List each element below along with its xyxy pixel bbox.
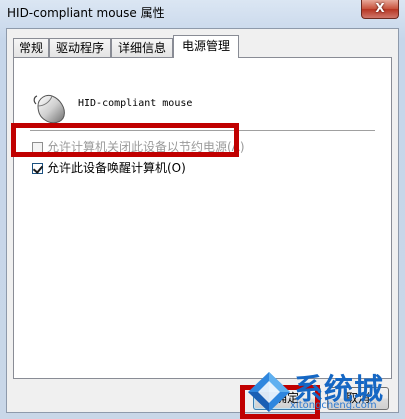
watermark-url: xitongcheng.com xyxy=(290,400,377,411)
allow-wake-checkbox[interactable] xyxy=(32,163,43,174)
annotation-highlight-wake-option xyxy=(11,123,239,157)
properties-window: HID-compliant mouse 属性 X 常规 驱动程序 详细信息 电源… xyxy=(0,0,405,419)
close-button[interactable]: X xyxy=(361,0,399,19)
mouse-icon xyxy=(33,95,65,124)
power-management-panel: HID-compliant mouse 允许计算机关闭此设备以节约电源(A) 允… xyxy=(13,57,392,379)
watermark: 系统城 xitongcheng.com xyxy=(244,366,404,418)
dialog-client-area: 常规 驱动程序 详细信息 电源管理 HID-compliant mouse 允许… xyxy=(6,28,399,413)
title-bar[interactable]: HID-compliant mouse 属性 X xyxy=(0,0,405,26)
window-title: HID-compliant mouse 属性 xyxy=(7,6,165,20)
tab-general[interactable]: 常规 xyxy=(13,38,49,57)
close-icon: X xyxy=(375,1,385,15)
allow-wake-option[interactable]: 允许此设备唤醒计算机(O) xyxy=(32,159,186,176)
tab-details[interactable]: 详细信息 xyxy=(111,38,173,57)
device-name: HID-compliant mouse xyxy=(78,98,193,109)
watermark-logo-icon xyxy=(248,372,290,412)
tab-power-management[interactable]: 电源管理 xyxy=(173,35,239,58)
allow-wake-label[interactable]: 允许此设备唤醒计算机(O) xyxy=(47,161,186,175)
tab-driver[interactable]: 驱动程序 xyxy=(49,38,111,57)
